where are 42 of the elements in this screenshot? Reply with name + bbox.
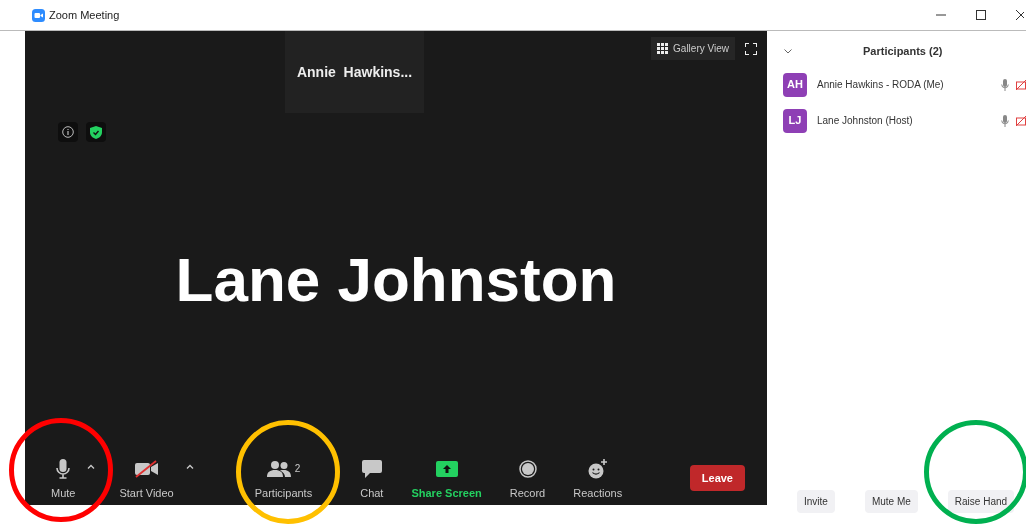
microphone-icon — [1001, 114, 1009, 127]
speaker-name: Lane Johnston — [175, 244, 617, 317]
panel-button[interactable]: Raise Hand — [947, 490, 1015, 513]
avatar: LJ — [783, 108, 807, 133]
record-toolbar-button[interactable]: Record — [505, 457, 550, 501]
panel-title: Participants (2) — [863, 44, 943, 59]
chat-toolbar-button[interactable]: Chat — [356, 457, 388, 501]
fullscreen-icon[interactable] — [745, 42, 757, 55]
close-icon[interactable] — [1016, 10, 1024, 20]
chevron-down-icon[interactable] — [784, 48, 792, 54]
microphone-icon — [1001, 78, 1009, 91]
gallery-view-button[interactable]: Gallery View — [651, 37, 735, 60]
participant-row[interactable]: AH Annie Hawkins - RODA (Me) — [767, 72, 1026, 97]
grid-icon — [657, 43, 669, 54]
info-icon[interactable] — [58, 122, 78, 142]
mic-toolbar-button[interactable]: Mute — [47, 457, 80, 501]
reactions-toolbar-button[interactable]: Reactions — [569, 457, 627, 501]
participant-name: Annie Hawkins - RODA (Me) — [817, 78, 944, 92]
app-logo-icon — [32, 8, 45, 22]
leave-button[interactable]: Leave — [689, 464, 745, 491]
window-title: Zoom Meeting — [49, 7, 120, 23]
participant-row[interactable]: LJ Lane Johnston (Host) — [767, 108, 1026, 133]
participant-count: 2 — [294, 462, 301, 476]
people-icon — [266, 460, 291, 477]
panel-button[interactable]: Mute Me — [864, 490, 918, 513]
caret-icon[interactable] — [87, 463, 96, 469]
caret-icon[interactable] — [185, 463, 194, 469]
maximize-icon[interactable] — [976, 10, 986, 20]
thumbnail-name: Annie Hawkins... — [296, 62, 413, 82]
participants-toolbar-button[interactable]: 2 Participants — [250, 457, 317, 501]
share-screen-icon — [435, 460, 458, 477]
participant-name: Lane Johnston (Host) — [817, 114, 913, 128]
camera-off-icon — [134, 459, 159, 478]
avatar: AH — [783, 72, 807, 97]
video-toolbar-button[interactable]: Start Video — [115, 457, 178, 501]
panel-button[interactable]: Invite — [797, 490, 835, 513]
record-icon — [518, 459, 537, 478]
smiley-plus-icon — [587, 458, 608, 479]
microphone-icon — [56, 458, 71, 479]
share-toolbar-button[interactable]: Share Screen — [407, 457, 486, 501]
shield-check-icon[interactable] — [86, 122, 106, 142]
speech-bubble-icon — [361, 459, 382, 478]
